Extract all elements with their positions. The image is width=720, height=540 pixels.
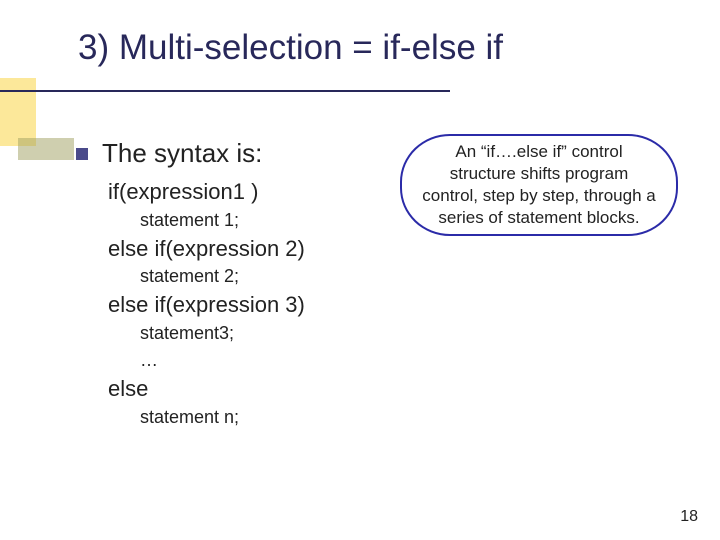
- decor-block-yellow: [0, 78, 36, 146]
- bullet-text: The syntax is:: [102, 138, 262, 169]
- slide-title: 3) Multi-selection = if-else if: [78, 28, 700, 68]
- callout-text: An “if….else if” control structure shift…: [420, 141, 658, 229]
- syntax-dots: …: [140, 347, 386, 374]
- syntax-else: else: [108, 374, 386, 404]
- bullet-item: The syntax is:: [76, 138, 386, 169]
- syntax-stmt2: statement 2;: [140, 263, 386, 290]
- square-bullet-icon: [76, 148, 88, 160]
- callout-box: An “if….else if” control structure shift…: [400, 134, 678, 236]
- title-underline: [0, 90, 450, 92]
- slide: 3) Multi-selection = if-else if The synt…: [0, 0, 720, 540]
- content-area: The syntax is: if(expression1 ) statemen…: [76, 138, 386, 431]
- decor-block-olive: [18, 138, 74, 160]
- page-number: 18: [680, 508, 698, 526]
- syntax-stmtn: statement n;: [140, 404, 386, 431]
- syntax-stmt1: statement 1;: [140, 207, 386, 234]
- syntax-stmt3: statement3;: [140, 320, 386, 347]
- syntax-elseif1: else if(expression 2): [108, 234, 386, 264]
- title-region: 3) Multi-selection = if-else if: [78, 28, 700, 68]
- syntax-if: if(expression1 ): [108, 177, 386, 207]
- syntax-elseif2: else if(expression 3): [108, 290, 386, 320]
